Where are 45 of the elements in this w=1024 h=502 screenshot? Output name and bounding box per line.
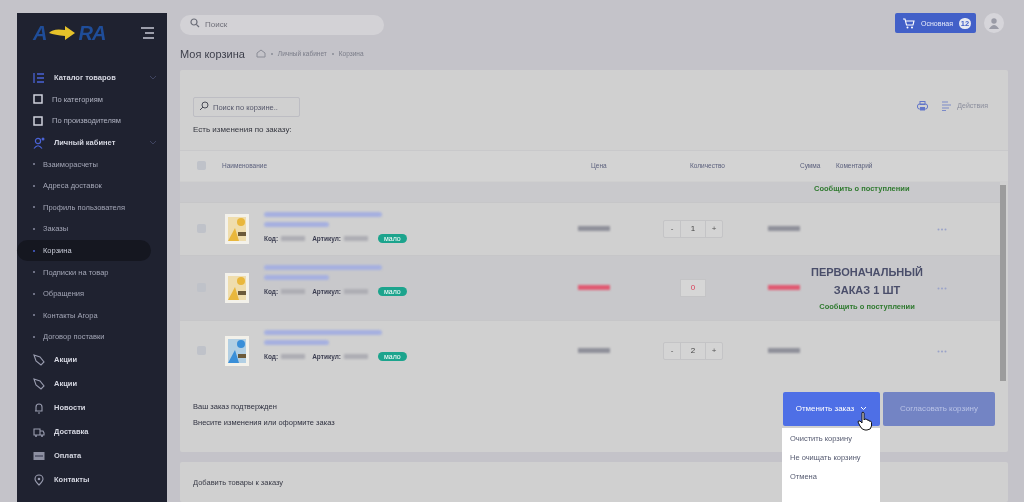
blurred-text xyxy=(768,285,800,291)
blurred-text xyxy=(344,289,368,295)
blurred-text xyxy=(281,235,306,241)
square-icon xyxy=(33,94,43,105)
comment-text: ПЕРВОНАЧАЛЬНЫЙ ЗАКАЗ 1 ШТ xyxy=(811,265,923,298)
pin-icon xyxy=(33,473,45,486)
blurred-text xyxy=(264,339,329,345)
scrollbar[interactable] xyxy=(1000,184,1006,381)
cancel-order-button[interactable]: Отменить заказ xyxy=(783,391,880,426)
quantity-stepper[interactable]: - 2 + xyxy=(663,341,723,360)
menu-icon[interactable] xyxy=(139,27,155,39)
square-icon xyxy=(33,116,43,126)
blurred-text xyxy=(768,226,800,232)
user-icon xyxy=(33,136,45,149)
blurred-text xyxy=(264,275,329,281)
blurred-text xyxy=(281,289,306,295)
blurred-text xyxy=(344,235,368,241)
quantity-stepper[interactable]: - 1 + xyxy=(663,219,723,238)
printer-icon[interactable] xyxy=(917,100,929,111)
bell-icon xyxy=(33,401,45,414)
list-icon xyxy=(33,71,45,84)
blurred-text xyxy=(768,348,800,354)
avatar-icon[interactable] xyxy=(984,13,1004,33)
cart-icon xyxy=(903,17,915,29)
search-icon xyxy=(199,100,209,111)
tag-icon xyxy=(33,377,45,390)
chevron-icon[interactable] xyxy=(149,74,157,81)
blurred-text xyxy=(344,353,368,359)
chevron-icon[interactable] xyxy=(149,139,157,146)
more-icon[interactable] xyxy=(937,349,947,353)
truck-icon xyxy=(33,425,45,438)
blurred-text xyxy=(264,221,329,227)
logo-text: A xyxy=(33,21,47,45)
search-field[interactable]: Поиск xyxy=(180,14,384,35)
notice-text: Есть изменения по заказу: xyxy=(192,123,293,136)
card-icon xyxy=(33,450,45,461)
home-icon[interactable] xyxy=(255,49,266,59)
caret-icon xyxy=(860,406,868,412)
tag-icon xyxy=(33,353,45,366)
lines-icon xyxy=(942,100,952,111)
more-icon[interactable] xyxy=(937,286,947,290)
logo-text: RA xyxy=(78,21,106,45)
page-title: Моя корзина xyxy=(180,47,245,60)
blurred-text xyxy=(281,353,306,359)
more-icon[interactable] xyxy=(937,227,947,231)
